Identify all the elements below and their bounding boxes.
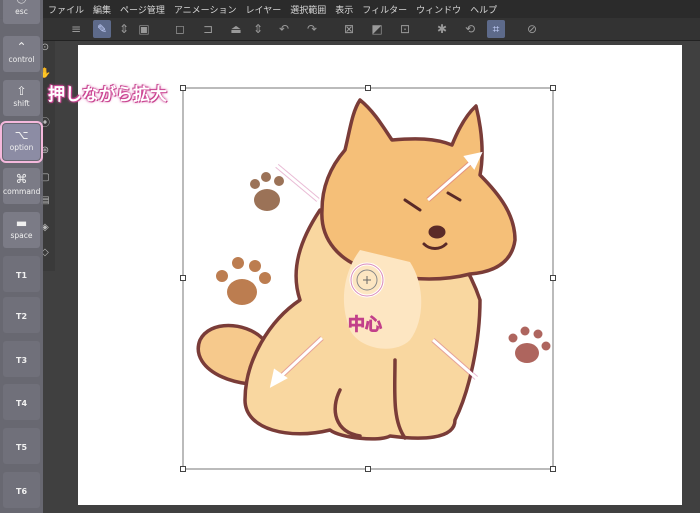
handle-bottom-middle[interactable] bbox=[365, 466, 371, 472]
space-bar-icon: ▬ bbox=[15, 216, 28, 230]
center-label: 中心 bbox=[348, 314, 382, 335]
paw-print-right bbox=[508, 326, 551, 363]
paw-print-left-top bbox=[250, 172, 284, 211]
modifier-key-panel: ⎋ esc ⌃ control ⇧ shift ⌥ option ⌘ comma… bbox=[0, 0, 43, 513]
control-icon: ⌃ bbox=[16, 40, 27, 54]
handle-bottom-left[interactable] bbox=[180, 466, 186, 472]
key-option[interactable]: ⌥ option bbox=[0, 121, 43, 163]
key-t1[interactable]: T1 bbox=[3, 256, 40, 292]
key-t3[interactable]: T3 bbox=[3, 341, 40, 377]
key-space[interactable]: ▬ space bbox=[3, 212, 40, 248]
paw-print-left-bottom bbox=[216, 257, 271, 305]
key-t2[interactable]: T2 bbox=[3, 297, 40, 333]
key-command[interactable]: ⌘ command bbox=[3, 168, 40, 204]
key-t4[interactable]: T4 bbox=[3, 384, 40, 420]
handle-middle-right[interactable] bbox=[550, 275, 556, 281]
key-esc[interactable]: ⎋ esc bbox=[3, 0, 40, 24]
handle-middle-left[interactable] bbox=[180, 275, 186, 281]
key-control[interactable]: ⌃ control bbox=[3, 36, 40, 72]
handle-top-right[interactable] bbox=[550, 85, 556, 91]
option-icon: ⌥ bbox=[14, 128, 29, 142]
key-shift[interactable]: ⇧ shift bbox=[3, 80, 40, 116]
key-t5[interactable]: T5 bbox=[3, 428, 40, 464]
handle-top-left[interactable] bbox=[180, 85, 186, 91]
key-t6[interactable]: T6 bbox=[3, 472, 40, 508]
instruction-caption: 押しながら拡大 bbox=[48, 85, 167, 105]
shift-icon: ⇧ bbox=[16, 84, 27, 98]
handle-top-middle[interactable] bbox=[365, 85, 371, 91]
esc-icon: ⎋ bbox=[3, 0, 40, 7]
command-icon: ⌘ bbox=[15, 172, 28, 186]
canvas-illustration: 中心 bbox=[182, 87, 554, 470]
handle-bottom-right[interactable] bbox=[550, 466, 556, 472]
